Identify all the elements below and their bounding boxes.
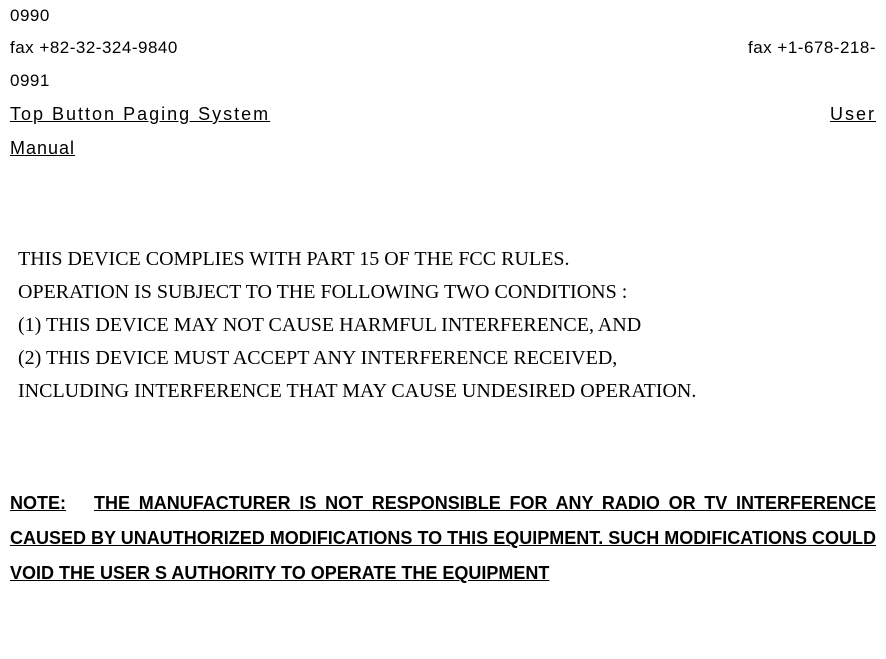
compliance-line-1: THIS DEVICE COMPLIES WITH PART 15 OF THE… — [18, 243, 876, 276]
title-bottom: Manual — [10, 131, 876, 165]
note-section: NOTE:THE MANUFACTURER IS NOT RESPONSIBLE… — [10, 486, 876, 591]
note-prefix: NOTE: — [10, 493, 66, 513]
compliance-line-2: OPERATION IS SUBJECT TO THE FOLLOWING TW… — [18, 276, 876, 309]
title-row: Top Button Paging System User — [10, 97, 876, 131]
note-paragraph: NOTE:THE MANUFACTURER IS NOT RESPONSIBLE… — [10, 486, 876, 591]
title-right: User — [830, 97, 876, 131]
compliance-line-5: INCLUDING INTERFERENCE THAT MAY CAUSE UN… — [18, 375, 876, 408]
top-number: 0990 — [10, 0, 876, 32]
compliance-line-3: (1) THIS DEVICE MAY NOT CAUSE HARMFUL IN… — [18, 309, 876, 342]
title-left: Top Button Paging System — [10, 97, 270, 131]
fax-left: fax +82-32-324-9840 — [10, 32, 178, 64]
document-header: 0990 fax +82-32-324-9840 fax +1-678-218-… — [10, 0, 876, 165]
next-number: 0991 — [10, 65, 876, 97]
compliance-line-4: (2) THIS DEVICE MUST ACCEPT ANY INTERFER… — [18, 342, 876, 375]
fax-right: fax +1-678-218- — [748, 32, 876, 64]
fcc-compliance-section: THIS DEVICE COMPLIES WITH PART 15 OF THE… — [10, 243, 876, 408]
note-body-text: THE MANUFACTURER IS NOT RESPONSIBLE FOR … — [10, 493, 876, 583]
fax-row: fax +82-32-324-9840 fax +1-678-218- — [10, 32, 876, 64]
